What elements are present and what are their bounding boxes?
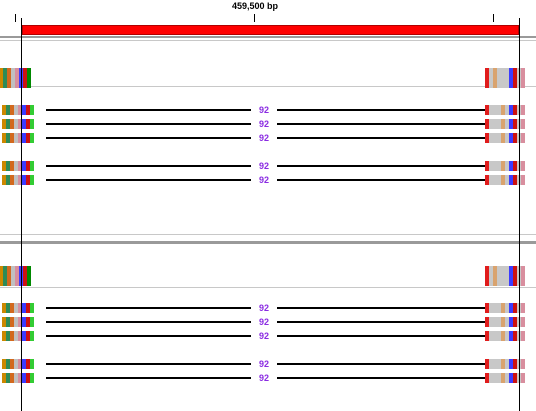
base-mismatch [30, 303, 34, 313]
read-count-label: 92 [251, 160, 277, 172]
panel-divider[interactable] [0, 234, 536, 235]
region-of-interest-bar[interactable] [22, 25, 519, 35]
read-pair[interactable]: 92 [0, 302, 536, 314]
base-mismatch [521, 373, 525, 383]
read-pair[interactable]: 92 [0, 174, 536, 186]
base-mismatch [30, 359, 34, 369]
base-mismatch [521, 119, 525, 129]
base-mismatch [521, 331, 525, 341]
base-mismatch [521, 317, 525, 327]
read-left-end[interactable] [2, 175, 34, 185]
base-mismatch [30, 373, 34, 383]
base-mismatch [30, 175, 34, 185]
read-pair[interactable]: 92 [0, 316, 536, 328]
read-pair[interactable]: 92 [0, 118, 536, 130]
track-separator [0, 36, 536, 38]
base-mismatch [30, 161, 34, 171]
base-mismatch [27, 68, 31, 88]
coverage-divider [0, 287, 536, 288]
base-mismatch [521, 303, 525, 313]
ruler-tick-center [254, 14, 255, 22]
read-count-label: 92 [251, 358, 277, 370]
read-pair[interactable]: 92 [0, 330, 536, 342]
read-left-end[interactable] [2, 133, 34, 143]
read-left-end[interactable] [2, 119, 34, 129]
read-count-label: 92 [251, 118, 277, 130]
base-mismatch [521, 161, 525, 171]
read-count-label: 92 [251, 174, 277, 186]
read-count-label: 92 [251, 104, 277, 116]
base-mismatch [521, 175, 525, 185]
read-count-label: 92 [251, 132, 277, 144]
base-mismatch [521, 359, 525, 369]
ruler-tick-left [15, 14, 16, 22]
read-pair[interactable]: 92 [0, 372, 536, 384]
read-count-label: 92 [251, 316, 277, 328]
read-left-end[interactable] [2, 331, 34, 341]
base-mismatch [30, 133, 34, 143]
track-separator [0, 40, 536, 41]
base-mismatch [30, 317, 34, 327]
base-mismatch [27, 266, 31, 286]
region-boundary-left [21, 18, 22, 411]
base-mismatch [30, 331, 34, 341]
read-count-label: 92 [251, 302, 277, 314]
base-mismatch [521, 105, 525, 115]
base-mismatch [30, 105, 34, 115]
base-mismatch [30, 119, 34, 129]
ruler-position-label: 459,500 bp [231, 1, 279, 11]
base-mismatch [521, 133, 525, 143]
base-mismatch [521, 266, 525, 286]
ruler-tick-right [493, 14, 494, 22]
read-left-end[interactable] [2, 105, 34, 115]
read-pair[interactable]: 92 [0, 160, 536, 172]
read-left-end[interactable] [2, 303, 34, 313]
read-count-label: 92 [251, 372, 277, 384]
coverage-left-block[interactable] [0, 266, 31, 286]
read-pair[interactable]: 92 [0, 132, 536, 144]
read-left-end[interactable] [2, 161, 34, 171]
read-left-end[interactable] [2, 373, 34, 383]
read-count-label: 92 [251, 330, 277, 342]
genome-ruler[interactable]: 459,500 bp [0, 0, 536, 22]
read-pair[interactable]: 92 [0, 104, 536, 116]
read-left-end[interactable] [2, 359, 34, 369]
read-left-end[interactable] [2, 317, 34, 327]
read-pair[interactable]: 92 [0, 358, 536, 370]
panel-divider[interactable] [0, 241, 536, 244]
region-boundary-right [519, 18, 520, 411]
base-mismatch [521, 68, 525, 88]
coverage-row[interactable] [0, 266, 536, 286]
coverage-left-block[interactable] [0, 68, 31, 88]
coverage-row[interactable] [0, 68, 536, 88]
